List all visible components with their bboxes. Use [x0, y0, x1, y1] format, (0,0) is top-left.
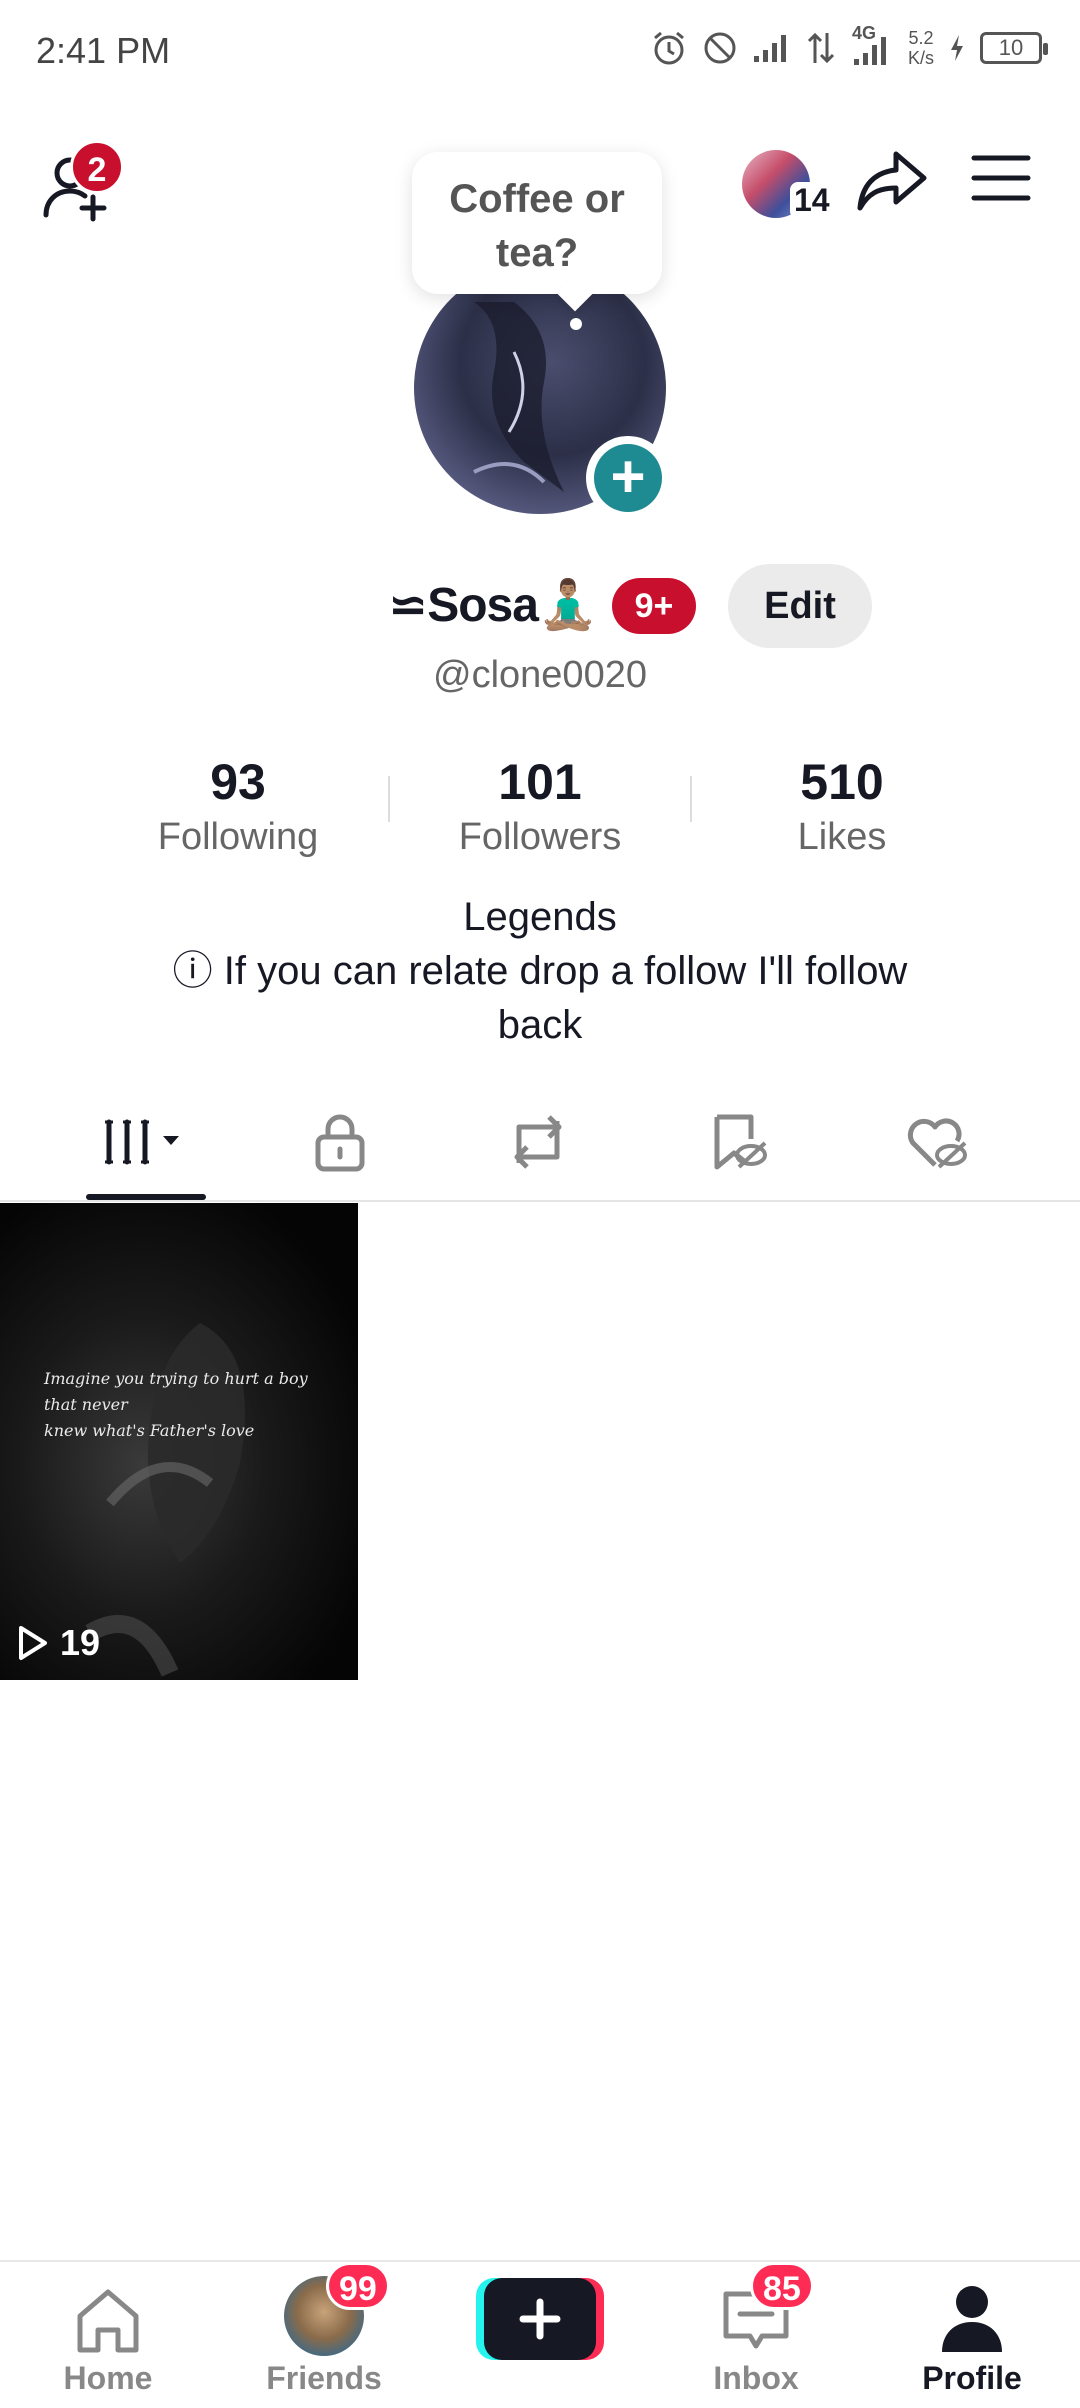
add-story-button[interactable]: + [594, 444, 662, 512]
share-icon[interactable] [856, 146, 930, 216]
video-caption-line-1: Imagine you trying to hurt a boy that ne… [44, 1369, 308, 1414]
play-icon [19, 1626, 47, 1660]
friends-badge: 99 [326, 2262, 390, 2310]
tab-private[interactable] [280, 1102, 400, 1182]
note-line-1: Coffee or [449, 177, 625, 221]
signal-4g-icon [853, 37, 886, 65]
nav-inbox-label: Inbox [713, 2360, 799, 2396]
video-caption-line-2: knew what's Father's love [44, 1421, 255, 1440]
bio-line-3: back [497, 1003, 583, 1047]
note-line-2: tea? [495, 231, 579, 275]
signal-icon [753, 35, 786, 62]
profile-icon [942, 2286, 1002, 2352]
display-name: ⋍Sosa🧘🏽‍♂️ [388, 579, 598, 632]
name-badge[interactable]: 9+ [612, 578, 696, 634]
bio-line-2: ⓘ If you can relate drop a follow I'll f… [172, 949, 908, 993]
nav-home-label: Home [63, 2360, 153, 2396]
nav-profile-label: Profile [922, 2360, 1022, 2396]
network-speed: 5.2 K/s [908, 28, 934, 68]
home-icon [77, 2289, 139, 2353]
video-caption: Imagine you trying to hurt a boy that ne… [44, 1366, 344, 1444]
username: @clone0020 [433, 654, 647, 696]
tab-videos[interactable] [86, 1102, 206, 1182]
status-time: 2:41 PM [36, 30, 171, 71]
nav-home[interactable]: Home [18, 2270, 198, 2400]
stat-followers[interactable]: 101 Followers [390, 752, 690, 862]
alarm-icon [654, 31, 684, 65]
charging-icon [951, 35, 963, 61]
active-tab-indicator [86, 1194, 206, 1200]
stat-likes-label: Likes [797, 816, 887, 858]
nav-profile[interactable]: Profile [882, 2270, 1062, 2400]
video-view-count: 19 [60, 1622, 101, 1663]
visitor-count: 14 [790, 182, 834, 219]
stat-following-value: 93 [210, 754, 266, 810]
heart-hidden-icon [907, 1118, 967, 1169]
stat-followers-value: 101 [498, 754, 582, 810]
menu-icon[interactable] [970, 152, 1032, 204]
repost-icon [514, 1115, 562, 1169]
create-button[interactable] [476, 2278, 604, 2360]
do-not-disturb-icon [704, 32, 736, 64]
stat-following-label: Following [157, 816, 319, 858]
add-friend-badge: 2 [70, 140, 124, 194]
bio-line-1: Legends [463, 895, 617, 939]
lock-icon [315, 1114, 365, 1172]
stat-likes[interactable]: 510 Likes [692, 752, 992, 862]
tab-liked[interactable] [876, 1102, 996, 1182]
stat-followers-label: Followers [458, 816, 622, 858]
tab-reposts[interactable] [478, 1102, 598, 1182]
status-icons: 4G 5.2 K/s 10 [650, 23, 1048, 68]
inbox-badge: 85 [750, 2262, 814, 2310]
speed-unit: K/s [907, 48, 934, 68]
video-views: 19 [16, 1622, 100, 1664]
nav-friends-label: Friends [266, 2360, 382, 2396]
grid-lines-icon [105, 1119, 179, 1165]
tab-favorites[interactable] [678, 1102, 798, 1182]
stat-likes-value: 510 [800, 754, 884, 810]
signal-4g: 4G [850, 23, 894, 67]
data-arrows-icon [807, 32, 835, 64]
edit-profile-button[interactable]: Edit [728, 564, 872, 648]
speed-value: 5.2 [908, 28, 934, 48]
bookmark-hidden-icon [714, 1114, 767, 1170]
battery-icon: 10 [980, 32, 1048, 64]
note-bubble[interactable]: Coffee or tea? [412, 152, 662, 294]
stat-following[interactable]: 93 Following [88, 752, 388, 862]
